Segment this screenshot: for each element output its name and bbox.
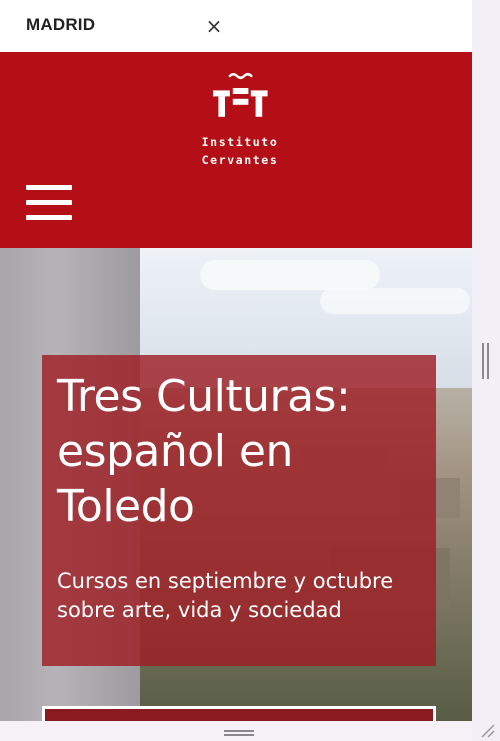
- hamburger-menu-icon[interactable]: [26, 185, 72, 221]
- corner-resize-icon[interactable]: [478, 724, 496, 738]
- mobile-page-frame: MADRID × Instituto Cervantes: [0, 0, 472, 741]
- bottom-resize-bar[interactable]: [0, 721, 472, 741]
- hero-cloud: [200, 260, 380, 290]
- hero-promo-card[interactable]: Tres Culturas: español en Toledo Cursos …: [42, 355, 436, 666]
- logo-text: Instituto Cervantes: [180, 133, 300, 169]
- city-label: MADRID: [26, 15, 96, 34]
- hero-cloud: [320, 288, 470, 314]
- panel-top-bar: MADRID ×: [0, 0, 472, 52]
- logo-line-cervantes: Cervantes: [201, 153, 279, 167]
- side-resize-grip-icon[interactable]: [482, 343, 490, 379]
- hero-title: Tres Culturas: español en Toledo: [57, 371, 351, 532]
- instituto-cervantes-logo-icon[interactable]: [190, 70, 290, 130]
- logo-line-instituto: Instituto: [201, 135, 279, 149]
- resize-grip-icon[interactable]: [224, 730, 254, 736]
- hero-subtitle: Cursos en septiembre y octubre sobre art…: [57, 569, 394, 622]
- close-icon[interactable]: ×: [203, 12, 225, 40]
